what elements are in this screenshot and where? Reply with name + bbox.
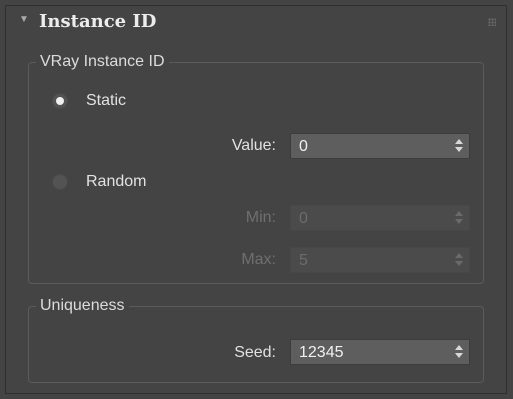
- spinner-up-icon[interactable]: [455, 139, 463, 144]
- value-spinner[interactable]: 0: [290, 133, 470, 159]
- max-label: Max:: [241, 251, 276, 268]
- spinner-up-icon[interactable]: [455, 211, 463, 216]
- rollout-header[interactable]: ▼ Instance ID: [6, 6, 506, 40]
- static-radio-label[interactable]: Static: [86, 91, 126, 111]
- spinner-up-icon[interactable]: [455, 253, 463, 258]
- seed-spinner-value[interactable]: 12345: [299, 343, 344, 363]
- static-radio[interactable]: [52, 93, 68, 109]
- seed-label: Seed:: [234, 344, 276, 361]
- random-radio-label[interactable]: Random: [86, 172, 146, 192]
- drag-grip-icon[interactable]: [488, 18, 496, 26]
- spinner-down-icon[interactable]: [455, 261, 463, 266]
- max-spinner-arrows-icon[interactable]: [455, 253, 463, 267]
- min-spinner-arrows-icon[interactable]: [455, 211, 463, 225]
- min-label: Min:: [245, 209, 276, 226]
- seed-spinner[interactable]: 12345: [290, 339, 470, 365]
- value-spinner-value[interactable]: 0: [299, 137, 308, 157]
- value-spinner-arrows-icon[interactable]: [455, 139, 463, 153]
- spinner-down-icon[interactable]: [455, 147, 463, 152]
- max-spinner[interactable]: 5: [290, 247, 470, 273]
- vray-instance-id-group-label: VRay Instance ID: [36, 52, 169, 72]
- random-radio[interactable]: [52, 174, 68, 190]
- rollout-title: Instance ID: [39, 11, 157, 32]
- spinner-down-icon[interactable]: [455, 219, 463, 224]
- spinner-down-icon[interactable]: [455, 353, 463, 358]
- uniqueness-group-label: Uniqueness: [36, 296, 129, 316]
- max-spinner-value[interactable]: 5: [299, 251, 308, 271]
- min-spinner-value[interactable]: 0: [299, 209, 308, 229]
- min-spinner[interactable]: 0: [290, 205, 470, 231]
- value-label: Value:: [231, 137, 276, 154]
- seed-spinner-arrows-icon[interactable]: [455, 345, 463, 359]
- collapse-arrow-icon[interactable]: ▼: [19, 15, 29, 25]
- spinner-up-icon[interactable]: [455, 345, 463, 350]
